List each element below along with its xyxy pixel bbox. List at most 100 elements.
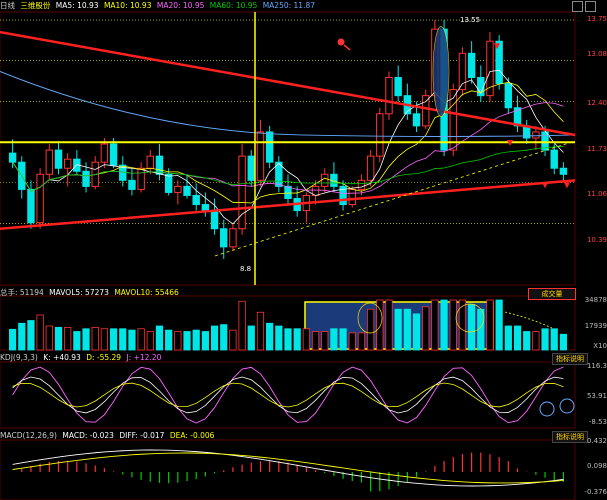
candle-body [45, 149, 54, 175]
candle-body [27, 188, 35, 224]
volume-bar [64, 326, 72, 351]
kdj-tick: 53.91 [586, 392, 607, 400]
down-arrow-icon [564, 182, 570, 189]
candle-body [54, 149, 63, 169]
period-label[interactable]: 日线 [0, 1, 15, 10]
price-tick: 11.73 [586, 145, 607, 153]
price-tick: 11.06 [586, 190, 607, 198]
candle-body [164, 173, 173, 193]
kdj-tick: 116.3 [586, 362, 607, 370]
stock-name: 三维股份 [20, 1, 51, 10]
minimize-icon[interactable] [572, 1, 583, 12]
dea-value: DEA: -0.006 [169, 431, 215, 440]
volume-bar [128, 329, 136, 351]
candle-body [109, 143, 118, 166]
candle-body [421, 95, 430, 127]
volume-bar [247, 325, 255, 351]
volume-bar [348, 332, 356, 351]
high-price-label: 13.55 [460, 16, 481, 24]
volume-bar [403, 308, 411, 351]
down-arrow-icon [542, 182, 548, 189]
volume-bar [559, 333, 568, 351]
volume-bar [394, 308, 402, 351]
volume-bar [541, 328, 549, 351]
pin-icon-needle [343, 44, 351, 51]
price-tick: 13.75 [586, 15, 607, 23]
volume-tick: 34878 [584, 296, 607, 304]
volume-bar [486, 299, 494, 351]
candle-body [504, 83, 513, 109]
window-controls[interactable] [571, 0, 607, 12]
pin-icon [337, 38, 345, 46]
ma60-value: MA60: 10.95 [209, 1, 258, 10]
volume-bar [256, 311, 265, 351]
volume-bar [523, 331, 531, 351]
volume-label: 总手: 51194 [0, 288, 44, 297]
ma250-value: MA250: 11.87 [262, 1, 316, 10]
candle-body [137, 167, 145, 190]
volume-tick: 17939 [584, 322, 607, 330]
candle-body [210, 210, 219, 230]
diff-value: DIFF: -0.017 [119, 431, 165, 440]
stock-chart[interactable] [0, 0, 607, 500]
volume-bar [449, 299, 457, 351]
volume-bar [550, 328, 558, 351]
low-price-label: 8.8 [240, 265, 252, 273]
macd-value: MACD: -0.023 [62, 431, 114, 440]
candle-body [100, 143, 109, 163]
spike-highlight-ellipse [432, 26, 450, 117]
kdj-k-line [12, 376, 564, 414]
candle-body [220, 228, 228, 248]
kdj-k-value: K: +40.93 [43, 353, 81, 362]
volume-bar [36, 314, 44, 351]
volume-indicator-button[interactable]: 成交量 [528, 288, 576, 300]
kdj-label: KDJ(9,3,3) [0, 353, 38, 362]
volume-header: 总手: 51194 MAVOL5: 57273 MAVOL10: 55466 [0, 287, 182, 299]
volume-bar [174, 331, 182, 351]
candle-body [128, 179, 136, 190]
candle-body [357, 179, 366, 190]
volume-bar [54, 326, 63, 351]
volume-bar [302, 328, 310, 351]
ma20-value: MA20: 10.95 [156, 1, 205, 10]
kdj-d-line [12, 382, 564, 408]
volume-bar [109, 328, 118, 351]
price-tick: 13.08 [586, 50, 607, 58]
kdj-j-value: J: +12.20 [126, 353, 162, 362]
candle-body [238, 155, 246, 230]
candle-body [321, 173, 329, 187]
volume-bar [27, 320, 35, 351]
candle-body [36, 173, 44, 224]
volume-bar [357, 332, 366, 351]
volume-bar [201, 331, 209, 351]
volume-bar [431, 299, 439, 351]
maximize-icon[interactable] [585, 1, 596, 12]
volume-bar [513, 325, 522, 351]
volume-bar [192, 329, 200, 351]
pane-frame [0, 361, 576, 429]
candle-body [192, 194, 200, 206]
main-header: 日线 三维股份 MA5: 10.93 MA10: 10.93 MA20: 10.… [0, 0, 318, 12]
candle-body [412, 113, 421, 127]
volume-bar [82, 328, 90, 351]
volume-bar [467, 304, 476, 351]
volume-bar [284, 328, 292, 351]
volume-bar [165, 329, 173, 351]
macd-tick: 0.098 [586, 462, 607, 470]
volume-bar [311, 331, 320, 351]
kdj-j-line [12, 366, 564, 424]
volume-bar [339, 328, 347, 351]
volume-tick: X10 [593, 342, 607, 350]
candle-body [256, 131, 265, 181]
candle-body [247, 155, 255, 181]
candle-body [229, 228, 237, 248]
kdj-tick: -8.53 [588, 418, 607, 426]
candle-body [63, 158, 72, 169]
kdj-header: KDJ(9,3,3) K: +40.93 D: -55.29 J: +12.20 [0, 352, 164, 364]
volume-bar [91, 326, 99, 351]
candle-body [532, 131, 540, 139]
volume-bar [458, 299, 467, 351]
candle-body [394, 77, 402, 97]
ma10-value: MA10: 10.93 [103, 1, 152, 10]
volume-bar [146, 331, 154, 351]
